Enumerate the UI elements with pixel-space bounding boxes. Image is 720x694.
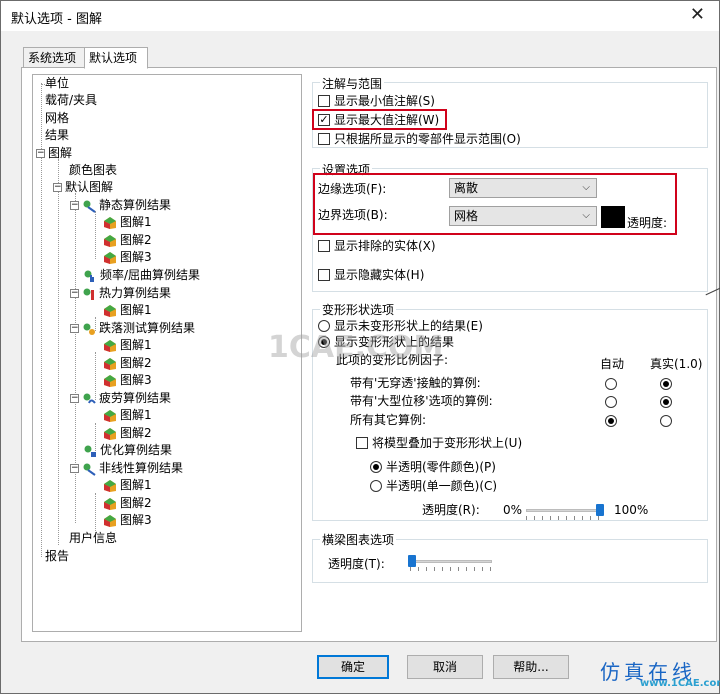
beam-slider-thumb[interactable] <box>408 555 416 567</box>
plot-icon <box>104 304 116 317</box>
tree-item-report[interactable]: 报告 <box>45 548 69 565</box>
collapse-icon[interactable]: − <box>70 464 79 473</box>
fatigue-study-icon <box>83 393 96 404</box>
plot-icon <box>104 216 116 229</box>
title-bar: 默认选项 - 图解 ✕ <box>1 1 719 31</box>
tree-item-loads[interactable]: 载荷/夹具 <box>45 92 97 109</box>
tree-item-plot[interactable]: 图解1 <box>103 214 152 231</box>
tree-item-default-plots[interactable]: − 默认图解 <box>53 179 113 196</box>
tree-item-plot[interactable]: 图解3 <box>103 372 152 389</box>
tree-item-user-info[interactable]: 用户信息 <box>69 530 117 547</box>
deform-slider-thumb[interactable] <box>596 504 605 516</box>
show-min-checkbox[interactable]: 显示最小值注解(S) <box>318 93 435 110</box>
plot-icon <box>104 339 116 352</box>
close-icon[interactable]: ✕ <box>690 4 705 26</box>
show-hidden-checkbox[interactable]: 显示隐藏实体(H) <box>318 267 424 284</box>
deform-transparency-label: 透明度(R): <box>422 503 480 517</box>
semi-single-radio[interactable]: 半透明(单一颜色)(C) <box>370 478 497 495</box>
plot-icon <box>104 374 116 387</box>
window-title: 默认选项 - 图解 <box>11 12 102 27</box>
cancel-button[interactable]: 取消 <box>407 655 483 679</box>
show-range-checkbox[interactable]: 只根据所显示的零部件显示范围(O) <box>318 131 521 148</box>
scale-true-radio[interactable] <box>660 415 672 427</box>
tree-item-mesh[interactable]: 网格 <box>45 110 69 127</box>
collapse-icon[interactable]: − <box>70 324 79 333</box>
plot-icon <box>104 427 116 440</box>
scale-row-label: 所有其它算例: <box>350 413 427 427</box>
tree-item-plot[interactable]: 图解2 <box>103 495 152 512</box>
options-tree: 单位 载荷/夹具 网格 结果 − 图解 颜色图表 − 默认图解 − 静态算例结果 图解… <box>32 74 302 632</box>
collapse-icon[interactable]: − <box>70 201 79 210</box>
tree-item-plot[interactable]: 图解1 <box>103 477 152 494</box>
superimpose-checkbox[interactable]: 将模型叠加于变形形状上(U) <box>356 435 522 452</box>
slider-ticks <box>410 567 492 571</box>
plot-icon <box>104 409 116 422</box>
scale-auto-radio[interactable] <box>605 415 617 427</box>
tree-item-plot[interactable]: 图解2 <box>103 232 152 249</box>
optimization-study-icon <box>84 445 96 457</box>
collapse-icon[interactable]: − <box>70 289 79 298</box>
show-excluded-checkbox[interactable]: 显示排除的实体(X) <box>318 238 436 255</box>
tree-item-optimization-results[interactable]: 优化算例结果 <box>83 442 172 459</box>
tree-item-results[interactable]: 结果 <box>45 127 69 144</box>
drop-test-study-icon <box>83 323 95 335</box>
tree-item-color-chart[interactable]: 颜色图表 <box>69 162 117 179</box>
col-true-label: 真实(1.0) <box>650 357 703 371</box>
min-label: 0% <box>503 503 523 517</box>
collapse-icon[interactable]: − <box>36 149 45 158</box>
tree-item-static-results[interactable]: − 静态算例结果 <box>70 197 171 214</box>
plot-icon <box>104 497 116 510</box>
scale-true-radio[interactable] <box>660 378 672 390</box>
tree-item-plot[interactable]: 图解3 <box>103 512 152 529</box>
frequency-study-icon <box>84 270 94 282</box>
semi-part-radio[interactable]: 半透明(零件颜色)(P) <box>370 459 496 476</box>
tree-item-plot[interactable]: 图解1 <box>103 407 152 424</box>
deform-group-title: 变形形状选项 <box>320 301 397 318</box>
brand-url: www.1CAE.com <box>640 678 720 689</box>
plot-icon <box>104 357 116 370</box>
tree-item-drop-test-results[interactable]: − 跌落测试算例结果 <box>70 320 195 337</box>
scale-row-label: 带有'无穿透'接触的算例: <box>350 376 481 390</box>
beam-transparency-slider[interactable] <box>410 560 492 563</box>
tree-item-plot[interactable]: 图解1 <box>103 337 152 354</box>
highlight-box <box>312 109 447 130</box>
plot-icon <box>104 514 116 527</box>
tree-item-plot[interactable]: 图解1 <box>103 302 152 319</box>
beam-transparency-label: 透明度(T): <box>328 557 385 571</box>
scale-auto-radio[interactable] <box>605 396 617 408</box>
tree-item-fatigue-results[interactable]: − 疲劳算例结果 <box>70 390 171 407</box>
plot-icon <box>104 251 116 264</box>
nonlinear-study-icon <box>83 463 96 476</box>
beam-group-title: 横梁图表选项 <box>320 531 397 548</box>
scale-row-label: 带有'大型位移'选项的算例: <box>350 394 493 408</box>
scale-auto-radio[interactable] <box>605 378 617 390</box>
tree-item-units[interactable]: 单位 <box>41 75 69 92</box>
tab-default-options[interactable]: 默认选项 <box>84 47 148 69</box>
max-label: 100% <box>614 503 649 517</box>
plot-icon <box>104 234 116 247</box>
col-auto-label: 自动 <box>600 357 625 371</box>
plot-icon <box>104 479 116 492</box>
help-button[interactable]: 帮助... <box>493 655 569 679</box>
static-study-icon <box>83 200 96 213</box>
ok-button[interactable]: 确定 <box>317 655 389 679</box>
tree-item-plot[interactable]: 图解2 <box>103 355 152 372</box>
tree-item-plots[interactable]: − 图解 <box>36 145 72 162</box>
annotation-group-title: 注解与范围 <box>320 75 385 92</box>
collapse-icon[interactable]: − <box>53 183 62 192</box>
watermark-text: 1CAE.COM <box>268 330 444 365</box>
tree-item-nonlinear-results[interactable]: − 非线性算例结果 <box>70 460 183 477</box>
tree-item-plot[interactable]: 图解2 <box>103 425 152 442</box>
highlight-box <box>313 173 677 235</box>
scale-true-radio[interactable] <box>660 396 672 408</box>
thermal-study-icon <box>83 288 94 300</box>
tab-system-options[interactable]: 系统选项 <box>23 47 85 68</box>
tree-item-plot[interactable]: 图解3 <box>103 249 152 266</box>
collapse-icon[interactable]: − <box>70 394 79 403</box>
slider-ticks <box>526 516 604 520</box>
deform-transparency-slider[interactable] <box>526 509 604 512</box>
tree-item-frequency-results[interactable]: 频率/屈曲算例结果 <box>83 267 200 284</box>
tree-item-thermal-results[interactable]: − 热力算例结果 <box>70 285 171 302</box>
